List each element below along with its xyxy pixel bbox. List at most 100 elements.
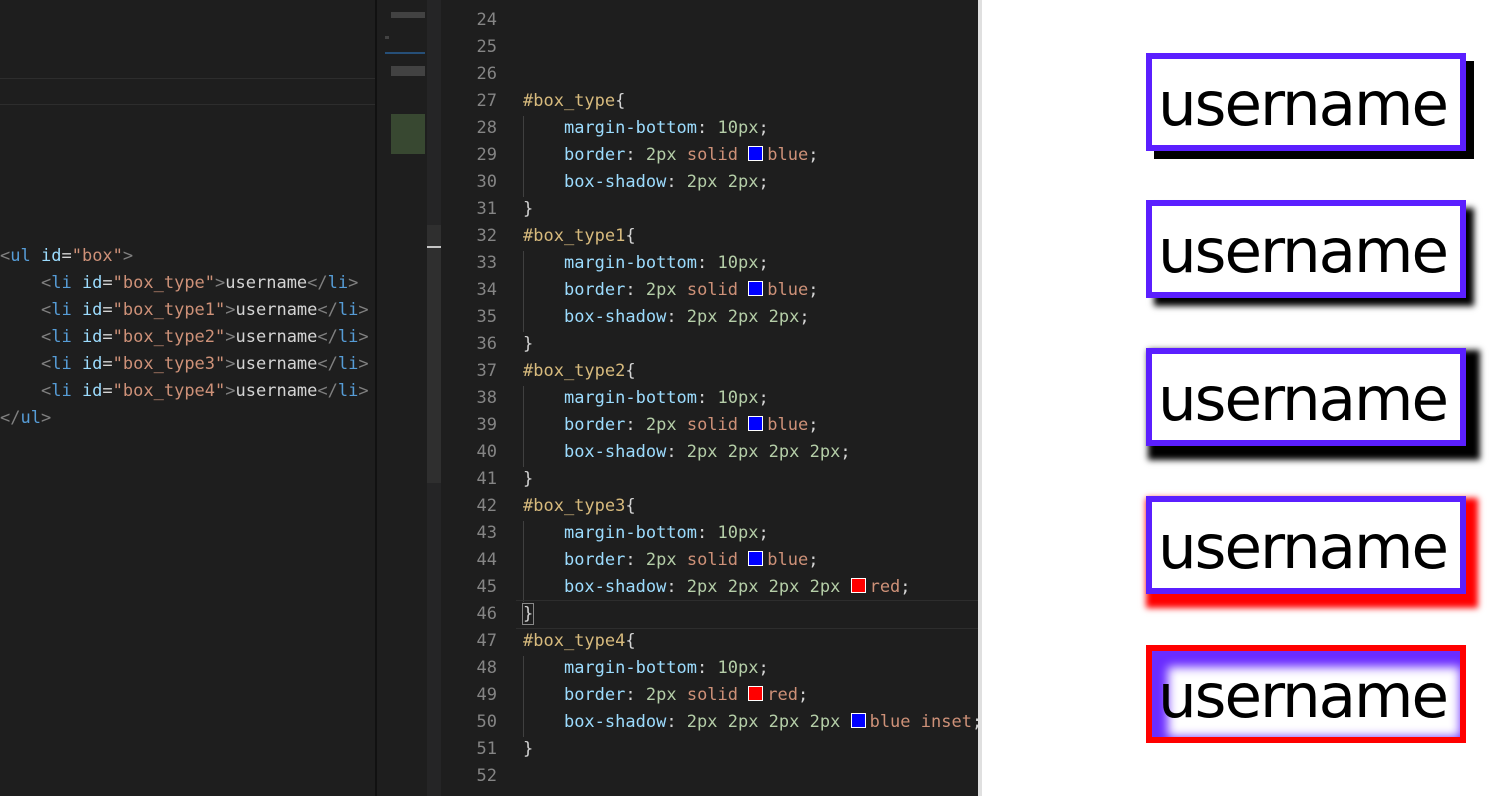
line-number: 43 xyxy=(476,523,497,543)
css-code-line[interactable]: 34 border: 2px solid blue; xyxy=(441,277,978,304)
line-number: 30 xyxy=(476,172,497,192)
code-token: > xyxy=(122,246,134,266)
css-code-line[interactable]: 32 #box_type1{ xyxy=(441,223,978,250)
code-token: solid xyxy=(686,280,739,300)
code-content: } xyxy=(523,196,533,223)
css-code-line[interactable]: 28 margin-bottom: 10px; xyxy=(441,115,978,142)
code-token: #box_type4 xyxy=(523,631,626,651)
scrollbar-thumb[interactable] xyxy=(427,225,441,483)
code-content: box-shadow: 2px 2px; xyxy=(523,169,769,196)
css-code-line[interactable]: 37 #box_type2{ xyxy=(441,358,978,385)
editor-divider xyxy=(0,104,375,105)
code-token: = xyxy=(61,246,72,266)
code-content: } xyxy=(523,331,533,358)
code-token: "box_type2" xyxy=(112,327,226,347)
html-code-line[interactable]: </ul> xyxy=(0,405,369,432)
minimap-line xyxy=(391,66,425,76)
code-token: "box_type3" xyxy=(112,354,226,374)
html-code-line[interactable]: <li id="box_type2">username</li> xyxy=(0,324,369,351)
css-code-line[interactable]: 33 margin-bottom: 10px; xyxy=(441,250,978,277)
code-token: = xyxy=(102,354,113,374)
css-code-line[interactable]: 40 box-shadow: 2px 2px 2px 2px; xyxy=(441,439,978,466)
code-content: border: 2px solid blue; xyxy=(523,412,819,439)
css-code-line[interactable]: 35 box-shadow: 2px 2px 2px; xyxy=(441,304,978,331)
code-token: : xyxy=(666,307,687,327)
css-code-line[interactable]: 46} xyxy=(441,601,978,628)
css-code-line[interactable]: 45 box-shadow: 2px 2px 2px 2px red; xyxy=(441,574,978,601)
css-code-line[interactable]: 29 border: 2px solid blue; xyxy=(441,142,978,169)
code-token: #box_type3 xyxy=(523,496,626,516)
html-code-line[interactable]: <li id="box_type3">username</li> xyxy=(0,351,369,378)
color-swatch-icon[interactable] xyxy=(748,146,764,161)
code-token: = xyxy=(102,300,113,320)
color-swatch-icon[interactable] xyxy=(748,551,764,566)
html-code-block[interactable]: <ul id="box"> <li id="box_type">username… xyxy=(0,243,369,432)
css-code-line[interactable]: 27 #box_type{ xyxy=(441,88,978,115)
code-content: margin-bottom: 10px; xyxy=(523,115,769,142)
code-token: #box_type xyxy=(523,91,616,111)
code-token: </ xyxy=(317,354,338,374)
css-code-line[interactable]: 48 margin-bottom: 10px; xyxy=(441,655,978,682)
css-editor-pane[interactable]: 24 25 26 27 #box_type{28 margin-bottom: 10px… xyxy=(441,0,978,796)
code-token: < xyxy=(40,327,52,347)
html-editor-pane[interactable]: <ul id="box"> <li id="box_type">username… xyxy=(0,0,375,796)
line-number: 41 xyxy=(476,469,497,489)
css-code-line[interactable]: 41} xyxy=(441,466,978,493)
html-code-line[interactable]: <li id="box_type4">username</li> xyxy=(0,378,369,405)
css-code-line[interactable]: 24 xyxy=(441,7,978,34)
html-code-line[interactable]: <li id="box_type1">username</li> xyxy=(0,297,369,324)
css-code-line[interactable]: 42 #box_type3{ xyxy=(441,493,978,520)
code-content: margin-bottom: 10px; xyxy=(523,520,769,547)
code-token: </ xyxy=(0,408,21,428)
code-token: 10px xyxy=(717,523,759,543)
css-code-line[interactable]: 44 border: 2px solid blue; xyxy=(441,547,978,574)
css-code-line[interactable]: 52 xyxy=(441,763,978,790)
color-swatch-icon[interactable] xyxy=(850,578,866,593)
html-code-line[interactable]: <li id="box_type">username</li> xyxy=(0,270,369,297)
code-token: ; xyxy=(900,577,911,597)
css-code-line[interactable]: 47 #box_type4{ xyxy=(441,628,978,655)
css-code-line[interactable]: 36} xyxy=(441,331,978,358)
color-swatch-icon[interactable] xyxy=(748,281,764,296)
code-content: border: 2px solid red; xyxy=(523,682,808,709)
code-token: border xyxy=(563,145,626,165)
css-code-line[interactable]: 43 margin-bottom: 10px; xyxy=(441,520,978,547)
css-code-line[interactable]: 31} xyxy=(441,196,978,223)
code-token: : xyxy=(666,712,687,732)
code-token: "box_type" xyxy=(112,273,216,293)
html-code-line[interactable]: <ul id="box"> xyxy=(0,243,369,270)
line-number: 32 xyxy=(476,226,497,246)
css-code-line[interactable]: 25 xyxy=(441,34,978,61)
css-code-line[interactable]: 49 border: 2px solid red; xyxy=(441,682,978,709)
browser-preview: username username username username user… xyxy=(978,0,1491,796)
code-token: ; xyxy=(808,550,819,570)
color-swatch-icon[interactable] xyxy=(748,686,764,701)
color-swatch-icon[interactable] xyxy=(748,416,764,431)
vertical-scrollbar[interactable] xyxy=(427,0,441,796)
code-token: li xyxy=(337,381,359,401)
line-number: 36 xyxy=(476,334,497,354)
line-number: 46 xyxy=(476,604,497,624)
color-swatch-icon[interactable] xyxy=(850,713,866,728)
css-code-line[interactable]: 39 border: 2px solid blue; xyxy=(441,412,978,439)
line-number: 34 xyxy=(476,280,497,300)
code-content: border: 2px solid blue; xyxy=(523,142,819,169)
css-code-line[interactable]: 50 box-shadow: 2px 2px 2px 2px blue inse… xyxy=(441,709,978,736)
css-code-line[interactable]: 30 box-shadow: 2px 2px; xyxy=(441,169,978,196)
css-code-line[interactable]: 51} xyxy=(441,736,978,763)
css-code-line[interactable]: 26 xyxy=(441,61,978,88)
code-token: ; xyxy=(797,685,809,705)
minimap[interactable] xyxy=(375,0,429,796)
css-code-line[interactable]: 38 margin-bottom: 10px; xyxy=(441,385,978,412)
code-token: solid xyxy=(686,415,739,435)
code-token: : xyxy=(666,172,687,192)
